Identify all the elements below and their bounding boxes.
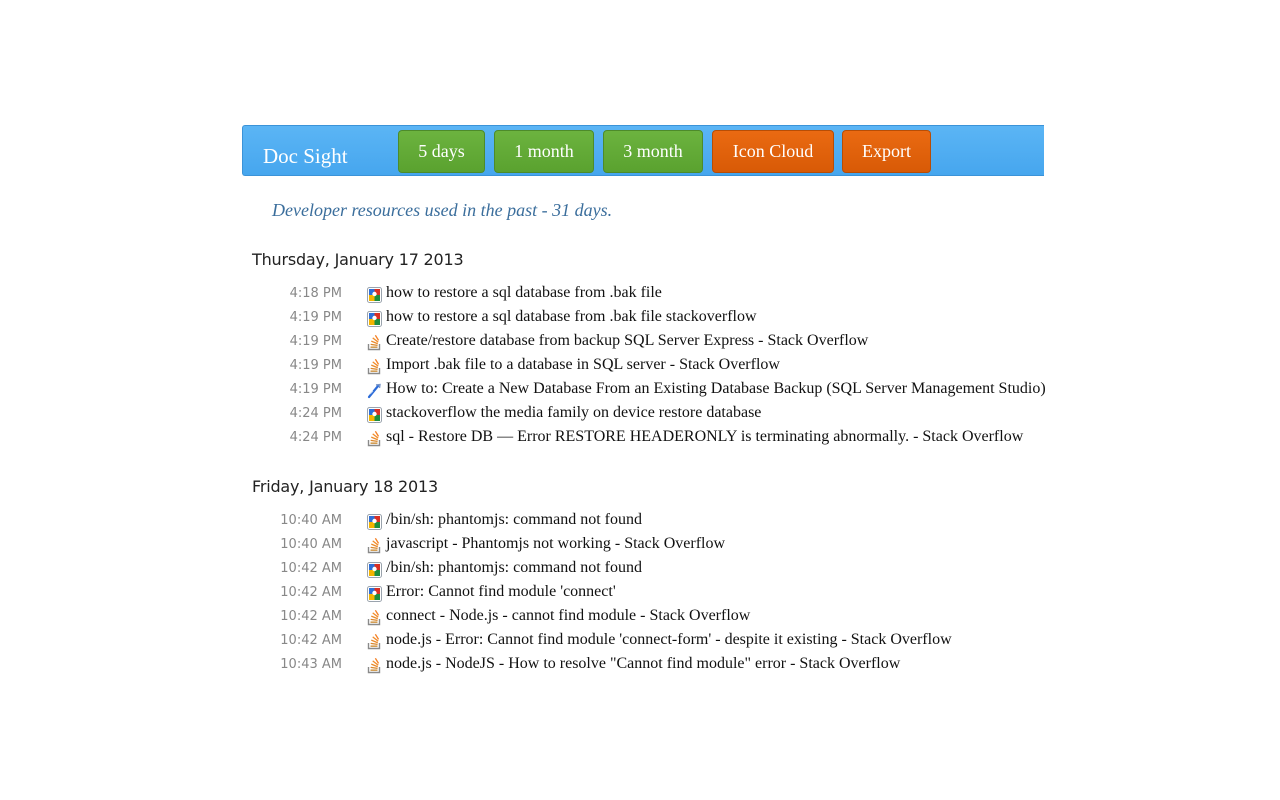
entry-time: 4:24 PM <box>289 430 342 445</box>
entry-time: 10:42 AM <box>280 561 342 576</box>
page-subtitle: Developer resources used in the past - 3… <box>272 200 613 220</box>
entry-time: 10:40 AM <box>280 513 342 528</box>
day-heading: Friday, January 18 2013 <box>252 477 438 496</box>
entry-time: 4:19 PM <box>289 382 342 397</box>
google-icon <box>367 407 382 423</box>
stackoverflow-icon <box>367 359 382 375</box>
entry-title-link[interactable]: Import .bak file to a database in SQL se… <box>386 356 780 374</box>
entry-title-link[interactable]: Error: Cannot find module 'connect' <box>386 583 616 601</box>
3-month-button[interactable]: 3 month <box>603 130 703 173</box>
entry-title-link[interactable]: javascript - Phantomjs not working - Sta… <box>386 535 725 553</box>
history-entry: 10:40 AM javascript - Phantomjs not worki… <box>250 534 1070 558</box>
export-button[interactable]: Export <box>842 130 931 173</box>
google-icon <box>367 586 382 602</box>
entry-time: 10:40 AM <box>280 537 342 552</box>
entry-title-link[interactable]: connect - Node.js - cannot find module -… <box>386 607 750 625</box>
entry-title-link[interactable]: /bin/sh: phantomjs: command not found <box>386 511 642 529</box>
stackoverflow-icon <box>367 335 382 351</box>
history-entry: 10:43 AM node.js - NodeJS - How to resolv… <box>250 654 1070 678</box>
history-entry: 4:19 PM How to: Create a New Database Fro… <box>250 379 1070 403</box>
history-entry: 10:42 AM node.js - Error: Cannot find mod… <box>250 630 1070 654</box>
entry-title-link[interactable]: sql - Restore DB — Error RESTORE HEADERO… <box>386 428 1023 446</box>
entry-time: 10:43 AM <box>280 657 342 672</box>
entry-title-link[interactable]: how to restore a sql database from .bak … <box>386 308 757 326</box>
google-icon <box>367 287 382 303</box>
history-entry: 4:24 PM stackoverflow the media family on… <box>250 403 1070 427</box>
google-icon <box>367 514 382 530</box>
entry-title-link[interactable]: node.js - NodeJS - How to resolve "Canno… <box>386 655 900 673</box>
entry-time: 4:19 PM <box>289 310 342 325</box>
stackoverflow-icon <box>367 538 382 554</box>
5-days-button[interactable]: 5 days <box>398 130 485 173</box>
entry-time: 4:19 PM <box>289 334 342 349</box>
1-month-button[interactable]: 1 month <box>494 130 594 173</box>
stackoverflow-icon <box>367 658 382 674</box>
msdn-icon <box>367 383 382 399</box>
google-icon <box>367 311 382 327</box>
stackoverflow-icon <box>367 610 382 626</box>
brand-title: Doc Sight <box>263 144 348 168</box>
entry-time: 4:18 PM <box>289 286 342 301</box>
day-heading: Thursday, January 17 2013 <box>252 250 464 269</box>
entry-time: 4:19 PM <box>289 358 342 373</box>
entry-time: 10:42 AM <box>280 633 342 648</box>
icon-cloud-button[interactable]: Icon Cloud <box>712 130 834 173</box>
entry-time: 10:42 AM <box>280 609 342 624</box>
top-navbar: Doc Sight 5 days 1 month 3 month Icon Cl… <box>242 125 1044 176</box>
stackoverflow-icon <box>367 634 382 650</box>
entry-title-link[interactable]: How to: Create a New Database From an Ex… <box>386 380 1046 398</box>
history-entry: 4:24 PM sql - Restore DB — Error RESTORE … <box>250 427 1070 451</box>
entry-title-link[interactable]: stackoverflow the media family on device… <box>386 404 761 422</box>
entry-time: 4:24 PM <box>289 406 342 421</box>
history-entry: 4:18 PM how to restore a sql database fro… <box>250 283 1070 307</box>
entry-title-link[interactable]: Create/restore database from backup SQL … <box>386 332 868 350</box>
stackoverflow-icon <box>367 431 382 447</box>
history-entry: 4:19 PM Import .bak file to a database in… <box>250 355 1070 379</box>
entry-title-link[interactable]: node.js - Error: Cannot find module 'con… <box>386 631 952 649</box>
history-entry: 10:42 AM connect - Node.js - cannot find … <box>250 606 1070 630</box>
entry-time: 10:42 AM <box>280 585 342 600</box>
history-entry: 4:19 PM Create/restore database from back… <box>250 331 1070 355</box>
history-entry: 10:42 AM/bin/sh: phantomjs: command not … <box>250 558 1070 582</box>
history-entry: 10:42 AM Error: Cannot find module 'conne… <box>250 582 1070 606</box>
history-entry: 4:19 PM how to restore a sql database fro… <box>250 307 1070 331</box>
google-icon <box>367 562 382 578</box>
entry-title-link[interactable]: how to restore a sql database from .bak … <box>386 284 662 302</box>
history-entry: 10:40 AM/bin/sh: phantomjs: command not … <box>250 510 1070 534</box>
entry-title-link[interactable]: /bin/sh: phantomjs: command not found <box>386 559 642 577</box>
